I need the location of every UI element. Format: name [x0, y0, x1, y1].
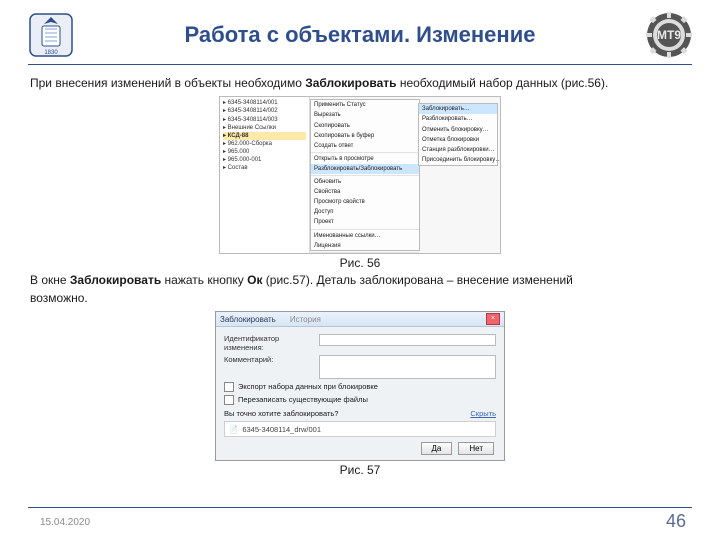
- hide-link[interactable]: Скрыть: [470, 409, 496, 418]
- overwrite-checkbox[interactable]: [224, 395, 234, 405]
- tree-item[interactable]: ▸ 6345-3408114/003: [223, 116, 306, 124]
- menu-item[interactable]: Разблокировать/Заблокировать: [311, 164, 419, 174]
- context-menu: Применить СтатусВырезатьСкопироватьСкопи…: [310, 99, 420, 251]
- intro-post: необходимый набор данных (рис.56).: [397, 76, 609, 90]
- svg-text:МТ9: МТ9: [657, 28, 681, 42]
- submenu-item[interactable]: Присоединить блокировку…: [419, 155, 497, 165]
- attachment-name: 6345-3408114_drw/001: [242, 425, 321, 434]
- menu-item[interactable]: Свойства: [311, 187, 419, 197]
- figure-56-caption: Рис. 56: [28, 256, 692, 270]
- submenu-item[interactable]: Отменить блокировку…: [419, 125, 497, 135]
- slide-title: Работа с объектами. Изменение: [84, 22, 636, 48]
- comment-label: Комментарий:: [224, 355, 319, 364]
- menu-item[interactable]: Лицензия: [311, 241, 419, 251]
- export-checkbox[interactable]: [224, 382, 234, 392]
- university-crest-icon: 1830: [28, 12, 74, 58]
- figure-57-dialog: Заблокировать История × Идентификатор из…: [215, 311, 505, 461]
- tree-item[interactable]: ▸ 6345-3408114/002: [223, 107, 306, 115]
- confirm-question: Вы точно хотите заблокировать?: [224, 409, 338, 418]
- department-gear-icon: МТ9: [646, 12, 692, 58]
- ok-button[interactable]: Да: [421, 442, 453, 455]
- menu-item[interactable]: Проект: [311, 217, 419, 227]
- nav-tree: ▸ 6345-3408114/001▸ 6345-3408114/002▸ 63…: [220, 97, 310, 253]
- tree-item[interactable]: ▸ Внешние Ссылки: [223, 124, 306, 132]
- tree-item[interactable]: ▸ Состав: [223, 164, 306, 172]
- menu-item[interactable]: Именованные ссылки…: [311, 231, 419, 241]
- context-submenu-lock: Заблокировать…Разблокировать…Отменить бл…: [418, 103, 498, 166]
- comment-textarea[interactable]: [319, 355, 496, 379]
- footer-date: 15.04.2020: [40, 517, 90, 528]
- svg-text:1830: 1830: [44, 50, 58, 56]
- export-checkbox-label: Экспорт набора данных при блокировке: [238, 382, 378, 391]
- figure-56-screenshot: ▸ 6345-3408114/001▸ 6345-3408114/002▸ 63…: [219, 96, 501, 254]
- tree-item[interactable]: ▸ 6345-3408114/001: [223, 99, 306, 107]
- close-icon[interactable]: ×: [486, 313, 500, 325]
- intro-pre: При внесения изменений в объекты необход…: [30, 76, 305, 90]
- tree-item[interactable]: ▸ 962.000-Сборка: [223, 140, 306, 148]
- footer-rule: [28, 507, 692, 508]
- change-id-label: Идентификатор изменения:: [224, 334, 319, 352]
- cancel-button[interactable]: Нет: [458, 442, 494, 455]
- submenu-item[interactable]: Отметка блокировки: [419, 135, 497, 145]
- intro-paragraph: При внесения изменений в объекты необход…: [30, 75, 690, 92]
- submenu-item[interactable]: Заблокировать…: [419, 104, 497, 114]
- menu-item[interactable]: Обновить: [311, 177, 419, 187]
- menu-item[interactable]: Менеджер подписки…: [311, 254, 419, 255]
- menu-item[interactable]: Вырезать: [311, 110, 419, 120]
- menu-item[interactable]: Скопировать в буфер: [311, 131, 419, 141]
- submenu-item[interactable]: Разблокировать…: [419, 114, 497, 124]
- header-rule: [28, 64, 692, 65]
- menu-item[interactable]: Доступ: [311, 207, 419, 217]
- attachment-row: 📄 6345-3408114_drw/001: [224, 421, 496, 437]
- intro-bold: Заблокировать: [305, 76, 396, 90]
- tree-item[interactable]: ▸ 965.000: [223, 148, 306, 156]
- submenu-item[interactable]: Станция разблокировки…: [419, 145, 497, 155]
- menu-item[interactable]: Применить Статус: [311, 100, 419, 110]
- menu-item[interactable]: Открыть в просмотре: [311, 154, 419, 164]
- menu-item[interactable]: Просмотр свойств: [311, 197, 419, 207]
- dialog-tab-history[interactable]: История: [290, 315, 321, 324]
- tree-item[interactable]: ▸ 965.000-001: [223, 156, 306, 164]
- menu-item[interactable]: Скопировать: [311, 121, 419, 131]
- figure-57-caption: Рис. 57: [28, 463, 692, 477]
- menu-item[interactable]: Создать ответ: [311, 141, 419, 151]
- body-paragraph-2: В окне Заблокировать нажать кнопку Ок (р…: [30, 272, 690, 307]
- page-number: 46: [666, 511, 686, 532]
- overwrite-checkbox-label: Перезаписать существующие файлы: [238, 395, 368, 404]
- dialog-title: Заблокировать: [220, 315, 276, 324]
- change-id-input[interactable]: [319, 334, 496, 346]
- dialog-titlebar: Заблокировать История ×: [216, 312, 504, 327]
- tree-item[interactable]: ▸ КСД-88: [223, 132, 306, 140]
